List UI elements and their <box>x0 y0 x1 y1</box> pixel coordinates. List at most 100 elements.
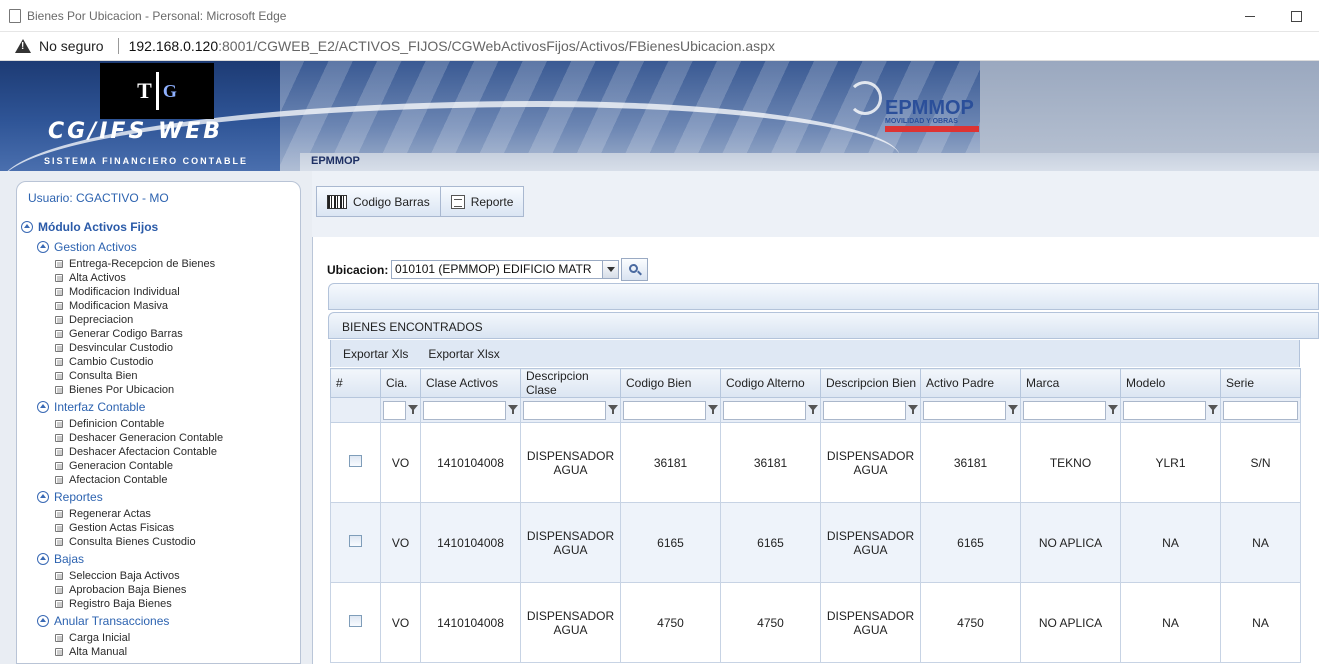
minimize-button[interactable] <box>1227 0 1273 32</box>
column-header[interactable]: Serie <box>1220 368 1301 398</box>
menu-item[interactable]: Afectacion Contable <box>55 474 167 486</box>
menu-item[interactable]: Gestion Actas Fisicas <box>55 522 174 534</box>
menu-item-label[interactable]: Bienes Por Ubicacion <box>69 384 174 396</box>
menu-group-gestion-activos[interactable]: Gestion Activos <box>37 240 137 254</box>
menu-item-label[interactable]: Modificacion Individual <box>69 286 180 298</box>
filter-input[interactable] <box>623 400 706 420</box>
menu-item[interactable]: Modificacion Individual <box>55 286 180 298</box>
table-row[interactable]: VO 1410104008 DISPENSADOR AGUA 6165 6165… <box>330 502 1301 583</box>
menu-group-label[interactable]: Bajas <box>54 552 84 566</box>
search-button[interactable] <box>621 258 648 281</box>
row-checkbox[interactable] <box>349 455 362 467</box>
address-bar[interactable]: No seguro 192.168.0.120:8001/CGWEB_E2/AC… <box>0 32 1319 61</box>
menu-item-label[interactable]: Depreciacion <box>69 314 133 326</box>
menu-item[interactable]: Depreciacion <box>55 314 133 326</box>
column-header[interactable]: Codigo Alterno <box>720 368 821 398</box>
menu-item[interactable]: Desvincular Custodio <box>55 342 173 354</box>
menu-item-label[interactable]: Desvincular Custodio <box>69 342 173 354</box>
collapse-icon[interactable] <box>37 553 49 565</box>
collapse-icon[interactable] <box>21 221 33 233</box>
collapse-icon[interactable] <box>37 491 49 503</box>
collapse-icon[interactable] <box>37 401 49 413</box>
ubicacion-select[interactable]: 010101 (EPMMOP) EDIFICIO MATR <box>391 260 619 279</box>
menu-item[interactable]: Deshacer Afectacion Contable <box>55 446 217 458</box>
module-title[interactable]: Módulo Activos Fijos <box>21 220 158 234</box>
menu-item[interactable]: Carga Inicial <box>55 632 130 644</box>
menu-item[interactable]: Entrega-Recepcion de Bienes <box>55 258 215 270</box>
filter-input[interactable] <box>523 400 606 420</box>
menu-item[interactable]: Definicion Contable <box>55 418 164 430</box>
menu-item-label[interactable]: Consulta Bien <box>69 370 138 382</box>
filter-icon[interactable] <box>908 405 918 415</box>
menu-item-label[interactable]: Seleccion Baja Activos <box>69 570 180 582</box>
menu-item[interactable]: Deshacer Generacion Contable <box>55 432 223 444</box>
collapse-icon[interactable] <box>37 615 49 627</box>
menu-item-label[interactable]: Consulta Bienes Custodio <box>69 536 196 548</box>
column-header[interactable]: # <box>330 368 381 398</box>
ubicacion-selected-value[interactable]: 010101 (EPMMOP) EDIFICIO MATR <box>395 262 591 276</box>
menu-item-label[interactable]: Alta Activos <box>69 272 126 284</box>
export-xls-link[interactable]: Exportar Xls <box>343 347 408 361</box>
warning-icon[interactable] <box>15 39 31 53</box>
filter-icon[interactable] <box>708 405 718 415</box>
filter-input[interactable] <box>1123 400 1206 420</box>
filter-input[interactable] <box>383 400 406 420</box>
menu-group-bajas[interactable]: Bajas <box>37 552 84 566</box>
menu-group-interfaz-contable[interactable]: Interfaz Contable <box>37 400 145 414</box>
column-header[interactable]: Cia. <box>380 368 421 398</box>
filter-input[interactable] <box>423 400 506 420</box>
filter-icon[interactable] <box>1208 405 1218 415</box>
menu-item-label[interactable]: Regenerar Actas <box>69 508 151 520</box>
module-label[interactable]: Módulo Activos Fijos <box>38 220 158 234</box>
table-row[interactable]: VO 1410104008 DISPENSADOR AGUA 36181 361… <box>330 422 1301 503</box>
row-checkbox[interactable] <box>349 535 362 547</box>
table-row[interactable]: VO 1410104008 DISPENSADOR AGUA 4750 4750… <box>330 582 1301 663</box>
menu-item[interactable]: Seleccion Baja Activos <box>55 570 180 582</box>
menu-item-label[interactable]: Gestion Actas Fisicas <box>69 522 174 534</box>
barcode-button[interactable]: Codigo Barras <box>317 187 441 216</box>
menu-group-label[interactable]: Reportes <box>54 490 103 504</box>
column-header[interactable]: Codigo Bien <box>620 368 721 398</box>
chevron-down-icon[interactable] <box>602 261 618 278</box>
column-header[interactable]: Modelo <box>1120 368 1221 398</box>
menu-item[interactable]: Alta Manual <box>55 646 127 658</box>
column-header[interactable]: Marca <box>1020 368 1121 398</box>
export-xlsx-link[interactable]: Exportar Xlsx <box>428 347 499 361</box>
filter-input[interactable] <box>1223 400 1298 420</box>
maximize-button[interactable] <box>1273 0 1319 32</box>
menu-item-label[interactable]: Aprobacion Baja Bienes <box>69 584 186 596</box>
url-host[interactable]: 192.168.0.120 <box>129 38 219 54</box>
menu-group-anular-transacciones[interactable]: Anular Transacciones <box>37 614 169 628</box>
menu-item-label[interactable]: Cambio Custodio <box>69 356 153 368</box>
row-checkbox[interactable] <box>349 615 362 627</box>
filter-icon[interactable] <box>608 405 618 415</box>
menu-item-label[interactable]: Generacion Contable <box>69 460 173 472</box>
menu-group-label[interactable]: Anular Transacciones <box>54 614 169 628</box>
menu-item-label[interactable]: Carga Inicial <box>69 632 130 644</box>
collapse-icon[interactable] <box>37 241 49 253</box>
report-button[interactable]: Reporte <box>441 187 524 216</box>
menu-group-label[interactable]: Interfaz Contable <box>54 400 145 414</box>
menu-item[interactable]: Generacion Contable <box>55 460 173 472</box>
menu-item[interactable]: Consulta Bienes Custodio <box>55 536 196 548</box>
menu-item[interactable]: Aprobacion Baja Bienes <box>55 584 186 596</box>
company-tab[interactable]: EPMMOP <box>311 155 360 167</box>
menu-item[interactable]: Modificacion Masiva <box>55 300 168 312</box>
menu-item-label[interactable]: Definicion Contable <box>69 418 164 430</box>
filter-icon[interactable] <box>808 405 818 415</box>
menu-item[interactable]: Consulta Bien <box>55 370 138 382</box>
url-path[interactable]: :8001/CGWEB_E2/ACTIVOS_FIJOS/CGWebActivo… <box>218 38 775 54</box>
filter-icon[interactable] <box>1108 405 1118 415</box>
not-secure-label[interactable]: No seguro <box>39 38 104 54</box>
menu-group-label[interactable]: Gestion Activos <box>54 240 137 254</box>
menu-item[interactable]: Alta Activos <box>55 272 126 284</box>
filter-input[interactable] <box>823 400 906 420</box>
filter-input[interactable] <box>923 400 1006 420</box>
url-text[interactable]: 192.168.0.120:8001/CGWEB_E2/ACTIVOS_FIJO… <box>129 38 775 54</box>
menu-group-reportes[interactable]: Reportes <box>37 490 103 504</box>
menu-item[interactable]: Registro Baja Bienes <box>55 598 172 610</box>
menu-item[interactable]: Regenerar Actas <box>55 508 151 520</box>
menu-item-label[interactable]: Entrega-Recepcion de Bienes <box>69 258 215 270</box>
menu-item-label[interactable]: Generar Codigo Barras <box>69 328 183 340</box>
menu-item[interactable]: Cambio Custodio <box>55 356 153 368</box>
